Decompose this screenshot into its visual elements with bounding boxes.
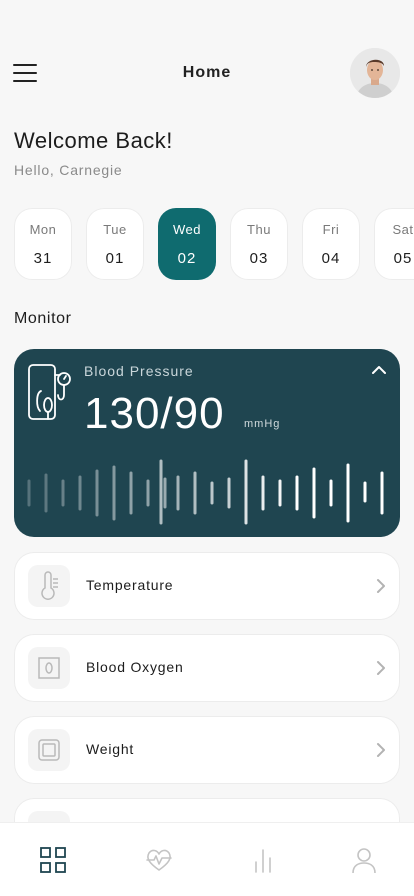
- chevron-right-icon: [377, 579, 385, 593]
- day-name: Sat: [392, 222, 414, 237]
- user-icon[interactable]: [349, 845, 379, 875]
- blood-pressure-unit: mmHg: [244, 418, 281, 430]
- temperature-label: Temperature: [86, 577, 174, 593]
- chevron-up-icon[interactable]: [370, 361, 388, 379]
- top-bar: Home: [0, 0, 414, 120]
- day-sat[interactable]: Sat 05: [374, 208, 414, 280]
- day-tue[interactable]: Tue 01: [86, 208, 144, 280]
- day-number: 31: [33, 250, 53, 267]
- thermometer-icon: [28, 565, 70, 607]
- day-name: Fri: [322, 222, 340, 237]
- temperature-row[interactable]: Temperature: [14, 552, 400, 620]
- heart-pulse-icon[interactable]: [144, 845, 174, 875]
- bottom-navigation: [0, 822, 414, 896]
- chevron-right-icon: [377, 743, 385, 757]
- bar-chart-icon[interactable]: [248, 845, 278, 875]
- blood-pressure-monitor-icon: [28, 364, 71, 420]
- day-number: 01: [105, 250, 125, 267]
- monitor-heading: Monitor: [14, 310, 72, 327]
- day-number: 04: [321, 250, 341, 267]
- day-name: Mon: [29, 222, 57, 237]
- oxygen-icon: [28, 647, 70, 689]
- greeting-subtitle: Hello, Carnegie: [14, 162, 123, 178]
- blood-oxygen-label: Blood Oxygen: [86, 659, 184, 675]
- day-selector: Mon 31 Tue 01 Wed 02 Thu 03 Fri 04 Sat 0…: [14, 208, 414, 280]
- day-name: Wed: [173, 222, 201, 237]
- day-name: Tue: [103, 222, 127, 237]
- day-name: Thu: [247, 222, 271, 237]
- day-number: 05: [393, 250, 413, 267]
- day-thu[interactable]: Thu 03: [230, 208, 288, 280]
- blood-oxygen-row[interactable]: Blood Oxygen: [14, 634, 400, 702]
- weight-row[interactable]: Weight: [14, 716, 400, 784]
- blood-pressure-card[interactable]: Blood Pressure 130/90 mmHg: [14, 349, 400, 537]
- day-mon[interactable]: Mon 31: [14, 208, 72, 280]
- day-number: 03: [249, 250, 269, 267]
- avatar[interactable]: [350, 48, 400, 98]
- grid-icon[interactable]: [38, 845, 68, 875]
- chevron-right-icon: [377, 661, 385, 675]
- pressure-waveform: [27, 459, 384, 525]
- blood-pressure-label: Blood Pressure: [84, 363, 194, 379]
- blood-pressure-value: 130/90: [84, 389, 225, 438]
- welcome-heading: Welcome Back!: [14, 128, 173, 153]
- scale-icon: [28, 729, 70, 771]
- weight-label: Weight: [86, 741, 135, 757]
- day-fri[interactable]: Fri 04: [302, 208, 360, 280]
- day-number: 02: [177, 250, 197, 267]
- day-wed[interactable]: Wed 02: [158, 208, 216, 280]
